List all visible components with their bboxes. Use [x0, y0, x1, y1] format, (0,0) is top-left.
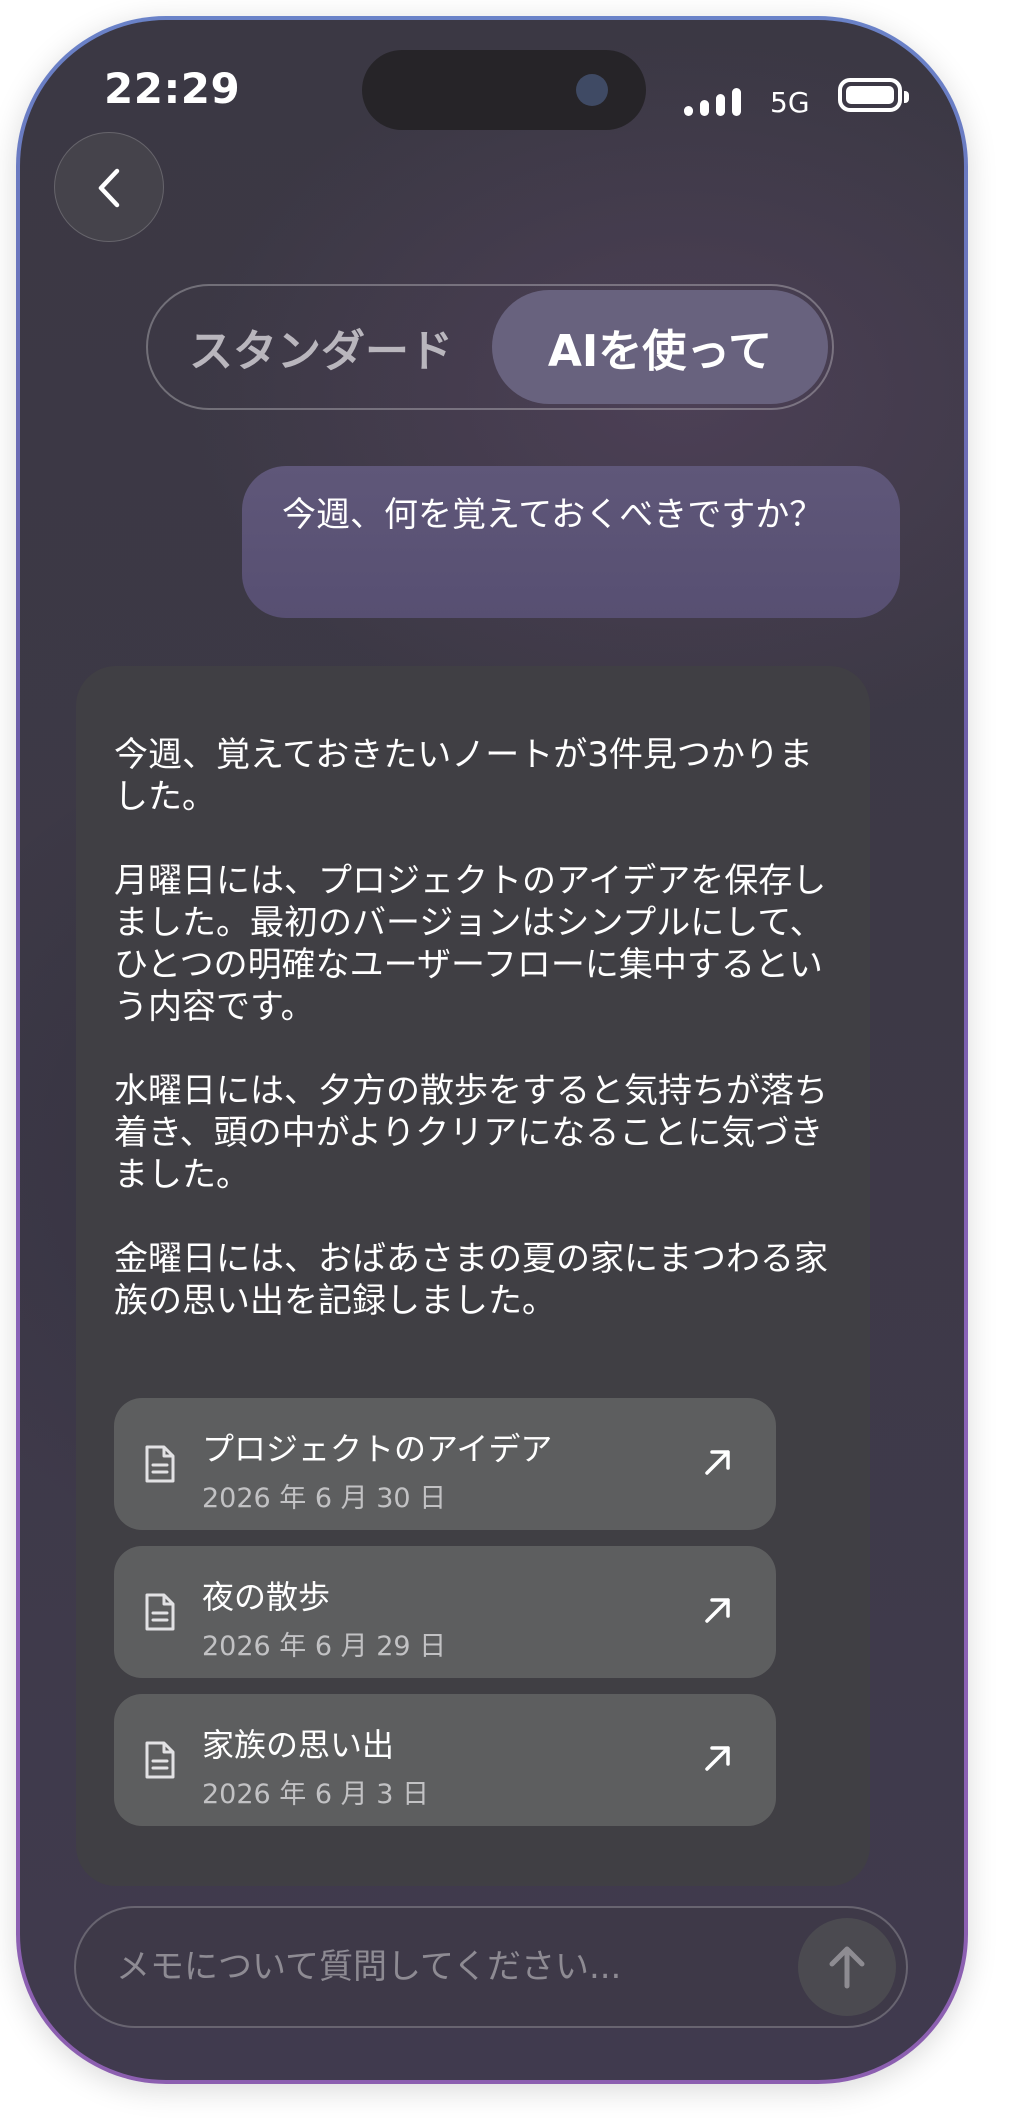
question-composer: [74, 1906, 908, 2028]
user-message-bubble: 今週、何を覚えておくべきですか？: [242, 466, 900, 618]
note-title: プロジェクトのアイデア: [202, 1430, 553, 1468]
document-icon: [145, 1593, 175, 1631]
note-date: 2026 年 6 月 3 日: [202, 1779, 429, 1810]
arrow-up-right-icon[interactable]: [700, 1740, 736, 1776]
mode-toggle: スタンダード AIを使って: [146, 284, 834, 410]
arrow-up-icon: [829, 1946, 865, 1989]
app-screen: 22:29 5G スタンダード AIを使って 今週、何を覚えておくべきですか？: [20, 20, 964, 2080]
question-input[interactable]: [116, 1908, 736, 2026]
response-paragraph: 今週、覚えておきたいノートが3件見つかりました。: [114, 735, 813, 817]
status-time: 22:29: [104, 64, 241, 113]
network-type: 5G: [770, 86, 810, 119]
note-title: 家族の思い出: [202, 1726, 395, 1764]
arrow-up-right-icon[interactable]: [700, 1444, 736, 1480]
chevron-left-icon: [98, 168, 120, 208]
send-button[interactable]: [798, 1918, 896, 2016]
response-paragraph: 月曜日には、プロジェクトのアイデアを保存しました。最初のバージョンはシンプルにし…: [114, 861, 827, 1027]
battery-icon: [838, 78, 909, 112]
note-card[interactable]: プロジェクトのアイデア 2026 年 6 月 30 日: [114, 1398, 776, 1530]
tab-ai[interactable]: AIを使って: [492, 290, 828, 404]
note-card[interactable]: 夜の散歩 2026 年 6 月 29 日: [114, 1546, 776, 1678]
phone-frame: 22:29 5G スタンダード AIを使って 今週、何を覚えておくべきですか？: [16, 16, 968, 2084]
ai-response-card: 今週、覚えておきたいノートが3件見つかりました。 月曜日には、プロジェクトのアイ…: [76, 666, 870, 1886]
tab-standard[interactable]: スタンダード: [152, 290, 490, 404]
dynamic-island: [362, 50, 646, 130]
note-date: 2026 年 6 月 29 日: [202, 1631, 447, 1662]
arrow-up-right-icon[interactable]: [700, 1592, 736, 1628]
ai-response-text: 今週、覚えておきたいノートが3件見つかりました。 月曜日には、プロジェクトのアイ…: [114, 734, 834, 1364]
back-button[interactable]: [54, 132, 164, 242]
note-card[interactable]: 家族の思い出 2026 年 6 月 3 日: [114, 1694, 776, 1826]
response-paragraph: 金曜日には、おばあさまの夏の家にまつわる家族の思い出を記録しました。: [114, 1239, 828, 1321]
note-date: 2026 年 6 月 30 日: [202, 1483, 447, 1514]
signal-strength-icon: [684, 84, 756, 116]
document-icon: [145, 1741, 175, 1779]
note-title: 夜の散歩: [202, 1578, 331, 1616]
document-icon: [145, 1445, 175, 1483]
camera-icon: [576, 74, 608, 106]
response-paragraph: 水曜日には、夕方の散歩をすると気持ちが落ち着き、頭の中がよりクリアになることに気…: [114, 1071, 828, 1195]
